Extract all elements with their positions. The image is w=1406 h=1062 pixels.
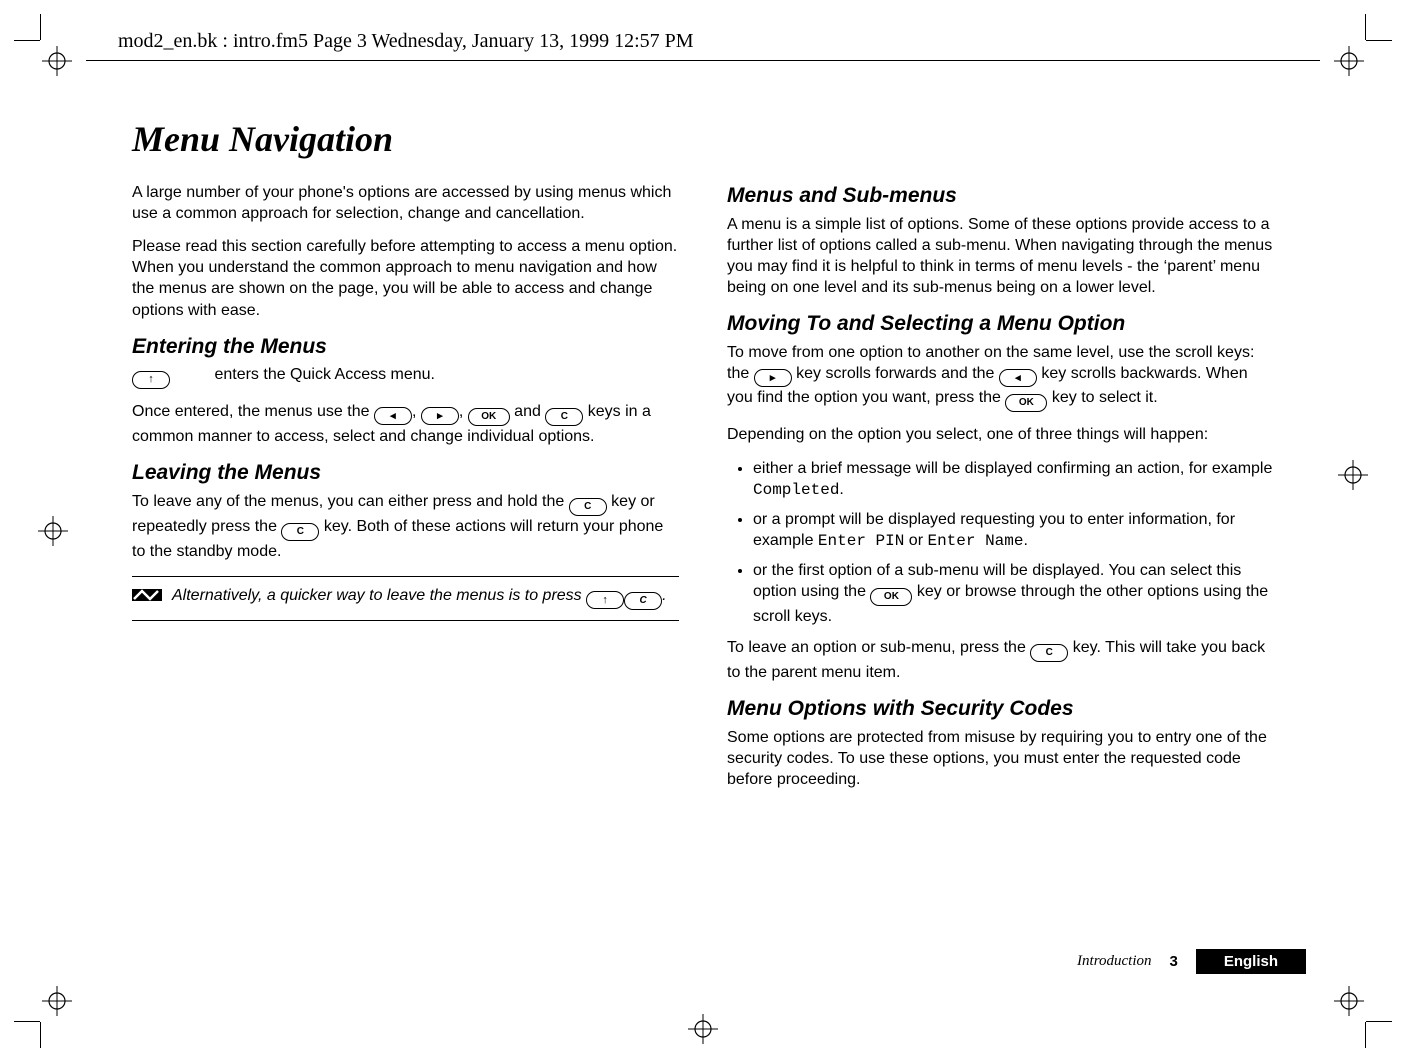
registration-mark-icon (1334, 986, 1364, 1016)
menus-submenus-paragraph: A menu is a simple list of options. Some… (727, 214, 1274, 298)
page-footer: Introduction 3 English (132, 949, 1306, 974)
heading-security-codes: Menu Options with Security Codes (727, 695, 1274, 723)
li2-or: or (904, 532, 927, 549)
registration-mark-icon (42, 46, 72, 76)
header-rule (86, 60, 1320, 61)
list-item: or a prompt will be displayed requesting… (753, 509, 1274, 552)
li2-b: . (1023, 532, 1027, 549)
note-block: Alternatively, a quicker way to leave th… (132, 576, 679, 621)
code-enter-name: Enter Name (927, 532, 1023, 550)
li1-a: either a brief message will be displayed… (753, 460, 1272, 477)
leave-text-a: To leave any of the menus, you can eithe… (132, 493, 569, 510)
separator-and: and (510, 403, 546, 420)
depending-text: Depending on the option you select, one … (727, 424, 1274, 445)
code-enter-pin: Enter PIN (818, 532, 904, 550)
heading-menus-submenus: Menus and Sub-menus (727, 182, 1274, 210)
note-text-b: . (662, 587, 666, 604)
note-text-a: Alternatively, a quicker way to leave th… (172, 587, 586, 604)
leave-option-a: To leave an option or sub-menu, press th… (727, 639, 1030, 656)
once-entered-text-a: Once entered, the menus use the (132, 403, 374, 420)
up-key-icon: ↑ (586, 591, 624, 609)
enters-quick-access-text: enters the Quick Access menu. (214, 366, 435, 383)
registration-mark-icon (42, 986, 72, 1016)
code-completed: Completed (753, 481, 839, 499)
list-item: either a brief message will be displayed… (753, 458, 1274, 501)
file-header: mod2_en.bk : intro.fm5 Page 3 Wednesday,… (118, 30, 694, 53)
c-key-icon: C (624, 592, 662, 610)
list-item: or the first option of a sub-menu will b… (753, 560, 1274, 627)
c-key-icon: C (1030, 644, 1068, 662)
intro-paragraph-2: Please read this section carefully befor… (132, 236, 679, 320)
right-key-icon: ▸ (754, 369, 792, 387)
intro-paragraph-1: A large number of your phone's options a… (132, 182, 679, 224)
right-column: Menus and Sub-menus A menu is a simple l… (727, 182, 1274, 802)
page-title: Menu Navigation (132, 118, 1274, 160)
c-key-icon: C (545, 408, 583, 426)
right-key-icon: ▸ (421, 407, 459, 425)
registration-mark-icon (1334, 46, 1364, 76)
c-key-icon: C (569, 498, 607, 516)
ok-key-icon: OK (1005, 394, 1047, 412)
footer-page-number: 3 (1169, 953, 1177, 970)
registration-mark-icon (1338, 460, 1368, 490)
separator: , (459, 403, 468, 420)
page-content: Menu Navigation A large number of your p… (132, 118, 1274, 802)
outcomes-list: either a brief message will be displayed… (727, 458, 1274, 628)
footer-language-badge: English (1196, 949, 1306, 974)
heading-entering-menus: Entering the Menus (132, 333, 679, 361)
li1-b: . (839, 481, 843, 498)
left-column: A large number of your phone's options a… (132, 182, 679, 802)
move-text-b: key scrolls forwards and the (796, 365, 999, 382)
left-key-icon: ◂ (999, 369, 1037, 387)
up-key-icon: ↑ (132, 371, 170, 389)
footer-section: Introduction (1077, 953, 1151, 970)
separator: , (412, 403, 421, 420)
c-key-icon: C (281, 523, 319, 541)
heading-moving-selecting: Moving To and Selecting a Menu Option (727, 310, 1274, 338)
heading-leaving-menus: Leaving the Menus (132, 459, 679, 487)
ok-key-icon: OK (870, 588, 912, 606)
left-key-icon: ◂ (374, 407, 412, 425)
security-codes-paragraph: Some options are protected from misuse b… (727, 727, 1274, 790)
registration-mark-icon (38, 516, 68, 546)
move-text-d: key to select it. (1052, 389, 1158, 406)
registration-mark-icon (688, 1014, 718, 1044)
ok-key-icon: OK (468, 408, 510, 426)
note-flag-icon (132, 585, 162, 605)
